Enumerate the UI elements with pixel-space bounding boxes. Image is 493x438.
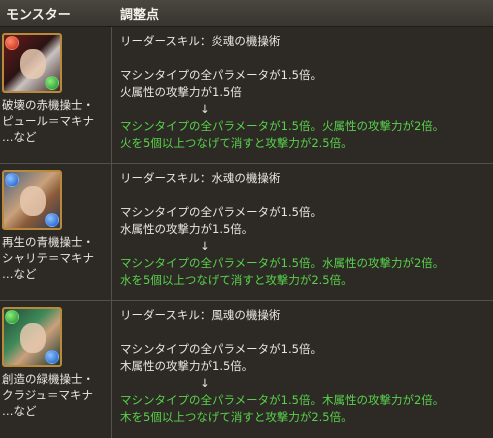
table-row: 再生の青機操士・ シャリテ＝マキナ …など リーダースキル：水魂の機操術 マシン… bbox=[0, 164, 493, 301]
after-text: 水を5個以上つなげて消すと攻撃力が2.5倍。 bbox=[120, 273, 353, 287]
monster-name-line: クラジュ＝マキナ bbox=[2, 388, 93, 402]
red-orb-icon bbox=[5, 36, 19, 50]
adjustment-cell: リーダースキル：炎魂の機操術 マシンタイプの全パラメータが1.5倍。 火属性の攻… bbox=[112, 27, 493, 163]
blue-orb-icon bbox=[5, 173, 19, 187]
leader-skill-name: リーダースキル：炎魂の機操術 bbox=[120, 34, 281, 48]
adjustment-table: モンスター 調整点 破壊の赤機操士・ ピュール＝マキナ …など リーダースキル：… bbox=[0, 0, 493, 438]
after-text: 火を5個以上つなげて消すと攻撃力が2.5倍。 bbox=[120, 136, 353, 150]
leader-skill-name: リーダースキル：水魂の機操術 bbox=[120, 171, 281, 185]
monster-portrait[interactable] bbox=[2, 170, 62, 230]
blue-orb-icon bbox=[45, 350, 59, 364]
table-row: 破壊の赤機操士・ ピュール＝マキナ …など リーダースキル：炎魂の機操術 マシン… bbox=[0, 27, 493, 164]
before-text: 水属性の攻撃力が1.5倍。 bbox=[120, 222, 254, 236]
adjustment-cell: リーダースキル：水魂の機操術 マシンタイプの全パラメータが1.5倍。 水属性の攻… bbox=[112, 164, 493, 300]
adjustment-cell: リーダースキル：風魂の機操術 マシンタイプの全パラメータが1.5倍。 木属性の攻… bbox=[112, 301, 493, 438]
monster-portrait[interactable] bbox=[2, 307, 62, 367]
before-text: マシンタイプの全パラメータが1.5倍。 bbox=[120, 68, 322, 82]
monster-name-line: シャリテ＝マキナ bbox=[2, 251, 94, 265]
green-orb-icon bbox=[5, 310, 19, 324]
before-text: マシンタイプの全パラメータが1.5倍。 bbox=[120, 342, 322, 356]
monster-name-line: 創造の緑機操士・ bbox=[2, 372, 94, 386]
character-face bbox=[20, 323, 46, 353]
monster-cell: 破壊の赤機操士・ ピュール＝マキナ …など bbox=[0, 27, 112, 163]
monster-name-line: ピュール＝マキナ bbox=[2, 114, 94, 128]
table-header: モンスター 調整点 bbox=[0, 0, 493, 27]
monster-name-line: 破壊の赤機操士・ bbox=[2, 98, 94, 112]
header-monster: モンスター bbox=[6, 7, 71, 23]
monster-name-line: …など bbox=[2, 130, 37, 144]
monster-cell: 創造の緑機操士・ クラジュ＝マキナ …など bbox=[0, 301, 112, 438]
header-adjustment: 調整点 bbox=[120, 7, 160, 23]
monster-cell: 再生の青機操士・ シャリテ＝マキナ …など bbox=[0, 164, 112, 300]
after-text: マシンタイプの全パラメータが1.5倍。火属性の攻撃力が2倍。 bbox=[120, 119, 445, 133]
before-text: 木属性の攻撃力が1.5倍。 bbox=[120, 359, 254, 373]
after-text: マシンタイプの全パラメータが1.5倍。木属性の攻撃力が2倍。 bbox=[120, 393, 445, 407]
character-face bbox=[20, 49, 46, 79]
monster-portrait[interactable] bbox=[2, 33, 62, 93]
after-text: マシンタイプの全パラメータが1.5倍。水属性の攻撃力が2倍。 bbox=[120, 256, 445, 270]
down-arrow-icon: ↓ bbox=[200, 102, 210, 116]
down-arrow-icon: ↓ bbox=[200, 376, 210, 390]
green-orb-icon bbox=[45, 76, 59, 90]
before-text: 火属性の攻撃力が1.5倍 bbox=[120, 85, 242, 99]
before-text: マシンタイプの全パラメータが1.5倍。 bbox=[120, 205, 322, 219]
character-face bbox=[20, 186, 46, 216]
monster-name-line: …など bbox=[2, 404, 37, 418]
leader-skill-name: リーダースキル：風魂の機操術 bbox=[120, 308, 281, 322]
monster-name-line: 再生の青機操士・ bbox=[2, 235, 94, 249]
down-arrow-icon: ↓ bbox=[200, 239, 210, 253]
blue-orb-icon bbox=[45, 213, 59, 227]
table-row: 創造の緑機操士・ クラジュ＝マキナ …など リーダースキル：風魂の機操術 マシン… bbox=[0, 301, 493, 438]
monster-name-line: …など bbox=[2, 267, 37, 281]
after-text: 木を5個以上つなげて消すと攻撃力が2.5倍。 bbox=[120, 410, 353, 424]
